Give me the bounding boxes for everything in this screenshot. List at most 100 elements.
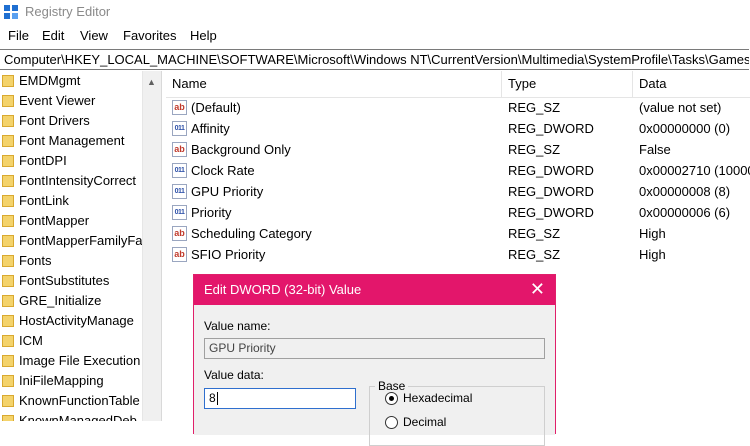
dialog-title-bar[interactable]: Edit DWORD (32-bit) Value ✕	[194, 275, 555, 305]
value-name: Clock Rate	[191, 163, 255, 178]
folder-icon	[2, 215, 14, 227]
value-data: High	[639, 247, 666, 262]
value-row[interactable]: 011 Affinity REG_DWORD 0x00000000 (0)	[166, 119, 750, 140]
string-value-icon: ab	[172, 142, 187, 157]
tree-item[interactable]: Font Management	[0, 131, 142, 151]
value-name: Scheduling Category	[191, 226, 312, 241]
value-row[interactable]: ab (Default) REG_SZ (value not set)	[166, 98, 750, 119]
tree-item[interactable]: FontMapper	[0, 211, 142, 231]
value-row[interactable]: ab Background Only REG_SZ False	[166, 140, 750, 161]
menu-favorites[interactable]: Favorites	[123, 28, 176, 43]
text-caret	[216, 392, 218, 406]
column-header-name[interactable]: Name	[166, 71, 502, 97]
value-data: 0x00000008 (8)	[639, 184, 731, 199]
close-icon[interactable]: ✕	[530, 279, 545, 300]
folder-icon	[2, 195, 14, 207]
string-value-icon: ab	[172, 100, 187, 115]
tree-item[interactable]: FontDPI	[0, 151, 142, 171]
menu-view[interactable]: View	[80, 28, 108, 43]
tree-item[interactable]: GRE_Initialize	[0, 291, 142, 311]
tree-item[interactable]: KnownFunctionTable	[0, 391, 142, 411]
pane-splitter[interactable]	[161, 71, 165, 421]
dialog-body: Value name: GPU Priority Value data: 8 B…	[194, 305, 555, 446]
radio-selected-dot	[389, 396, 394, 401]
value-data: (value not set)	[639, 100, 722, 115]
value-row[interactable]: 011 Clock Rate REG_DWORD 0x00002710 (100…	[166, 161, 750, 182]
value-row[interactable]: 011 Priority REG_DWORD 0x00000006 (6)	[166, 203, 750, 224]
tree-item[interactable]: Image File Execution	[0, 351, 142, 371]
radio-hexadecimal[interactable]	[385, 392, 398, 405]
binary-value-icon: 011	[172, 163, 187, 178]
folder-icon	[2, 255, 14, 267]
string-value-icon: ab	[172, 247, 187, 262]
folder-icon	[2, 235, 14, 247]
folder-icon	[2, 175, 14, 187]
tree-item[interactable]: Event Viewer	[0, 91, 142, 111]
value-data: 0x00000000 (0)	[639, 121, 731, 136]
tree-item[interactable]: HostActivityManage	[0, 311, 142, 331]
folder-icon	[2, 275, 14, 287]
value-data: 0x00002710 (10000)	[639, 163, 750, 178]
tree-item[interactable]: IniFileMapping	[0, 371, 142, 391]
tree-item[interactable]: Fonts	[0, 251, 142, 271]
menu-bar: File Edit View Favorites Help	[0, 25, 750, 46]
folder-icon	[2, 155, 14, 167]
value-data: High	[639, 226, 666, 241]
address-bar[interactable]: Computer\HKEY_LOCAL_MACHINE\SOFTWARE\Mic…	[0, 49, 749, 70]
folder-icon	[2, 115, 14, 127]
tree-item[interactable]: Font Drivers	[0, 111, 142, 131]
decimal-label[interactable]: Decimal	[403, 415, 446, 429]
folder-icon	[2, 335, 14, 347]
value-name: Priority	[191, 205, 232, 220]
value-row[interactable]: ab Scheduling Category REG_SZ High	[166, 224, 750, 245]
tree-item[interactable]: EMDMgmt	[0, 71, 142, 91]
folder-icon	[2, 315, 14, 327]
scroll-up-icon[interactable]: ▲	[147, 77, 156, 87]
binary-value-icon: 011	[172, 205, 187, 220]
value-type: REG_DWORD	[508, 205, 594, 220]
value-name: Background Only	[191, 142, 291, 157]
column-header-type[interactable]: Type	[502, 71, 633, 97]
value-type: REG_DWORD	[508, 121, 594, 136]
edit-dword-dialog[interactable]: Edit DWORD (32-bit) Value ✕ Value name: …	[193, 274, 556, 446]
folder-icon	[2, 375, 14, 387]
menu-edit[interactable]: Edit	[42, 28, 64, 43]
value-name: SFIO Priority	[191, 247, 266, 262]
value-type: REG_DWORD	[508, 163, 594, 178]
radio-decimal[interactable]	[385, 416, 398, 429]
tree-item[interactable]: FontIntensityCorrect	[0, 171, 142, 191]
key-tree[interactable]: EMDMgmt Event Viewer Font Drivers Font M…	[0, 71, 142, 421]
folder-icon	[2, 95, 14, 107]
folder-icon	[2, 415, 14, 421]
menu-help[interactable]: Help	[190, 28, 217, 43]
tree-item[interactable]: FontSubstitutes	[0, 271, 142, 291]
value-name-field: GPU Priority	[204, 338, 545, 359]
tree-scrollbar[interactable]: ▲	[142, 71, 161, 421]
value-name: GPU Priority	[191, 184, 264, 199]
list-header: Name Type Data	[166, 71, 750, 98]
menu-file[interactable]: File	[8, 28, 29, 43]
value-row[interactable]: ab SFIO Priority REG_SZ High	[166, 245, 750, 266]
tree-item[interactable]: FontMapperFamilyFa	[0, 231, 142, 251]
hexadecimal-label[interactable]: Hexadecimal	[403, 391, 472, 405]
column-header-data[interactable]: Data	[633, 71, 750, 97]
tree-item[interactable]: FontLink	[0, 191, 142, 211]
title-bar: Registry Editor	[0, 0, 750, 24]
value-name-label: Value name:	[204, 319, 271, 333]
value-type: REG_DWORD	[508, 184, 594, 199]
value-name: Affinity	[191, 121, 230, 136]
tree-item[interactable]: ICM	[0, 331, 142, 351]
folder-icon	[2, 355, 14, 367]
value-type: REG_SZ	[508, 142, 561, 157]
registry-editor-icon	[4, 5, 18, 19]
value-type: REG_SZ	[508, 247, 561, 262]
value-data-input[interactable]: 8	[204, 388, 356, 409]
value-data: False	[639, 142, 671, 157]
value-type: REG_SZ	[508, 226, 561, 241]
tree-item[interactable]: KnownManagedDeb	[0, 411, 142, 421]
folder-icon	[2, 135, 14, 147]
value-row[interactable]: 011 GPU Priority REG_DWORD 0x00000008 (8…	[166, 182, 750, 203]
value-data-text: 8	[209, 391, 216, 405]
folder-icon	[2, 395, 14, 407]
binary-value-icon: 011	[172, 121, 187, 136]
